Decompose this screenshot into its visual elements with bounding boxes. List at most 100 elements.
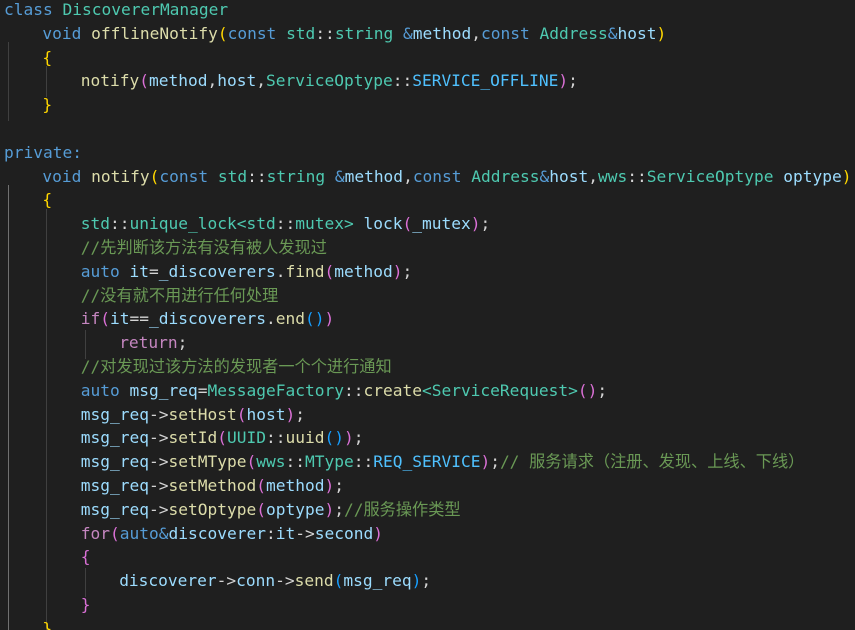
code-line[interactable]: if(it==_discoverers.end()) — [81, 307, 334, 331]
code-token: method — [266, 476, 325, 495]
code-token: ) — [656, 23, 667, 43]
code-token: ( — [236, 404, 247, 424]
code-token: //先判断该方法有没有被人发现过 — [80, 238, 327, 257]
code-line[interactable]: msg_req->setHost(host); — [81, 403, 305, 427]
code-token: mutex — [295, 214, 344, 234]
code-token: discoverer — [168, 523, 266, 543]
code-line[interactable]: } — [81, 593, 91, 617]
code-line[interactable]: } — [42, 617, 52, 630]
code-token: :: — [275, 214, 296, 234]
code-token: ) — [480, 452, 491, 472]
code-line[interactable]: for(auto&discoverer:it->second) — [81, 522, 383, 546]
code-token: :: — [627, 166, 647, 186]
code-token: setHost — [168, 404, 237, 424]
code-token: ( — [139, 71, 150, 91]
code-token: string — [334, 23, 394, 43]
code-token: & — [403, 23, 413, 43]
code-token: -> — [149, 428, 169, 448]
code-line[interactable]: return; — [119, 331, 187, 355]
code-line[interactable]: msg_req->setOptype(optype);//服务操作类型 — [81, 498, 461, 522]
code-token: ( — [256, 499, 266, 519]
code-token: it — [129, 261, 150, 281]
code-token: ; — [490, 452, 500, 472]
code-token: unique_lock — [129, 214, 237, 234]
code-line[interactable]: void notify(const std::string &method,co… — [42, 165, 851, 189]
code-token: std — [217, 166, 248, 186]
code-token: create — [363, 380, 422, 400]
code-line[interactable]: auto msg_req=MessageFactory::create<Serv… — [81, 379, 607, 403]
code-line[interactable]: msg_req->setMType(wws::MType::REQ_SERVIC… — [81, 450, 805, 474]
code-token: Address — [539, 23, 608, 43]
code-token: < — [236, 214, 247, 234]
code-token: > — [343, 214, 354, 234]
code-token: host — [549, 166, 589, 186]
code-token: method — [334, 261, 393, 281]
code-token: setOptype — [168, 499, 257, 519]
code-token: ServiceOptype — [266, 71, 393, 91]
code-token: & — [539, 166, 550, 186]
code-token: () — [577, 380, 598, 400]
code-token: ; — [353, 428, 364, 448]
code-line[interactable]: //对发现过该方法的发现者一个个进行通知 — [81, 355, 392, 379]
code-token: ) — [558, 71, 569, 91]
code-token: : — [266, 523, 276, 543]
code-token: auto — [80, 261, 120, 281]
code-token: , — [471, 23, 482, 43]
code-line[interactable]: //没有就不用进行任何处理 — [81, 284, 279, 308]
code-token: end — [275, 309, 305, 329]
code-token: ( — [217, 23, 228, 43]
code-token: lock — [363, 214, 403, 234]
code-line[interactable]: msg_req->setId(UUID::uuid()); — [81, 426, 364, 450]
code-editor[interactable]: class DiscovererManager void offlineNotif… — [0, 0, 855, 630]
code-token: class — [4, 0, 53, 19]
code-token: setId — [168, 428, 218, 448]
code-line[interactable]: msg_req->setMethod(method); — [81, 474, 344, 498]
code-token: ; — [568, 71, 578, 91]
code-line[interactable]: { — [42, 188, 52, 212]
code-line[interactable]: { — [81, 545, 91, 569]
code-token: wws — [256, 452, 286, 472]
code-token: msg_req — [80, 476, 150, 495]
code-line[interactable]: //先判断该方法有没有被人发现过 — [81, 236, 327, 260]
code-line[interactable]: { — [42, 46, 52, 70]
code-token: std — [80, 214, 111, 234]
code-token: _discoverers — [158, 261, 276, 281]
code-line[interactable]: std::unique_lock<std::mutex> lock(_mutex… — [81, 212, 490, 236]
code-token: optype — [783, 166, 842, 186]
code-line[interactable]: notify(method,host,ServiceOptype::SERVIC… — [81, 69, 578, 93]
code-line[interactable]: private: — [4, 141, 82, 165]
indent-guide — [46, 209, 48, 630]
code-token: if — [80, 309, 101, 329]
code-token: MType — [305, 452, 354, 472]
code-line[interactable]: class DiscovererManager — [4, 0, 228, 22]
code-token: -> — [149, 404, 169, 424]
code-token: ) — [324, 309, 335, 329]
code-line[interactable]: discoverer->conn->send(msg_req); — [119, 569, 431, 593]
code-token: discoverer — [119, 571, 217, 591]
code-token: ) — [841, 166, 852, 186]
code-token: ; — [334, 499, 344, 519]
code-token: ( — [246, 452, 257, 472]
code-token: method — [149, 71, 208, 91]
code-token: ; — [334, 476, 344, 495]
code-line[interactable]: auto it=_discoverers.find(method); — [81, 260, 412, 284]
code-token: () — [324, 428, 344, 448]
code-token: -> — [149, 499, 169, 519]
code-token: > — [568, 380, 578, 400]
code-token: == — [129, 309, 150, 329]
code-line[interactable]: } — [42, 93, 52, 117]
code-token: for — [80, 523, 111, 543]
code-line[interactable]: void offlineNotify(const std::string &me… — [42, 22, 666, 46]
indent-guide — [8, 185, 9, 630]
code-token: ) — [411, 571, 422, 591]
code-token: ; — [421, 571, 432, 591]
code-token: } — [80, 595, 91, 614]
code-token: const — [159, 166, 209, 186]
code-token: & — [334, 166, 345, 186]
code-token: host — [217, 71, 257, 91]
code-token: ; — [597, 380, 608, 400]
code-token: < — [421, 380, 432, 400]
code-token: host — [617, 23, 657, 43]
code-token: it — [275, 523, 296, 543]
